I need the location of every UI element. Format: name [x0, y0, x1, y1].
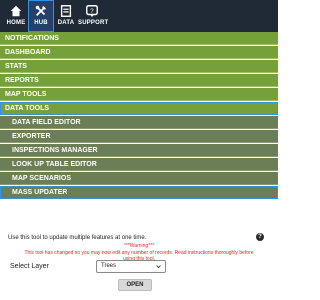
menu-item-stats[interactable]: STATS: [0, 60, 278, 73]
layer-select[interactable]: Trees: [96, 260, 166, 273]
submenu-item-inspections-manager[interactable]: INSPECTIONS MANAGER: [0, 144, 278, 157]
tool-description: Use this tool to update multiple feature…: [8, 235, 147, 241]
nav-data-button[interactable]: DATA: [53, 0, 79, 32]
nav-hub-label: HUB: [34, 20, 48, 26]
submenu-item-exporter[interactable]: EXPORTER: [0, 130, 278, 143]
submenu-item-mass-updater[interactable]: MASS UPDATER: [0, 186, 278, 199]
svg-text:?: ?: [90, 8, 94, 15]
support-icon: ?: [86, 5, 98, 18]
nav-support-button[interactable]: ? SUPPORT: [78, 0, 109, 32]
chevron-down-icon: [156, 265, 161, 269]
open-button[interactable]: OPEN: [118, 279, 152, 291]
menu-item-data-tools[interactable]: DATA TOOLS: [0, 102, 278, 115]
home-icon: [10, 5, 22, 17]
layer-select-value: Trees: [101, 263, 117, 269]
submenu-item-data-field-editor[interactable]: DATA FIELD EDITOR: [0, 116, 278, 129]
tools-icon: [35, 5, 46, 16]
nav-data-label: DATA: [57, 20, 75, 26]
submenu-item-look-up-table-editor[interactable]: LOOK UP TABLE EDITOR: [0, 158, 278, 171]
menu-item-reports[interactable]: REPORTS: [0, 74, 278, 87]
nav-home-button[interactable]: HOME: [3, 0, 29, 32]
top-navigation-bar: HOME HUB DATA ? SUPPORT: [0, 0, 278, 32]
submenu-item-map-scenarios[interactable]: MAP SCENARIOS: [0, 172, 278, 185]
nav-home-label: HOME: [6, 20, 26, 26]
nav-hub-button[interactable]: HUB: [28, 0, 54, 32]
menu-item-map-tools[interactable]: MAP TOOLS: [0, 88, 278, 101]
nav-support-label: SUPPORT: [78, 20, 109, 26]
help-icon[interactable]: ?: [256, 233, 264, 241]
warning-title: ***Warning***: [123, 243, 155, 249]
menu-item-notifications[interactable]: NOTIFICATIONS: [0, 32, 278, 45]
data-icon: [60, 5, 72, 17]
menu-item-dashboard[interactable]: DASHBOARD: [0, 46, 278, 59]
select-layer-label: Select Layer: [10, 263, 49, 270]
